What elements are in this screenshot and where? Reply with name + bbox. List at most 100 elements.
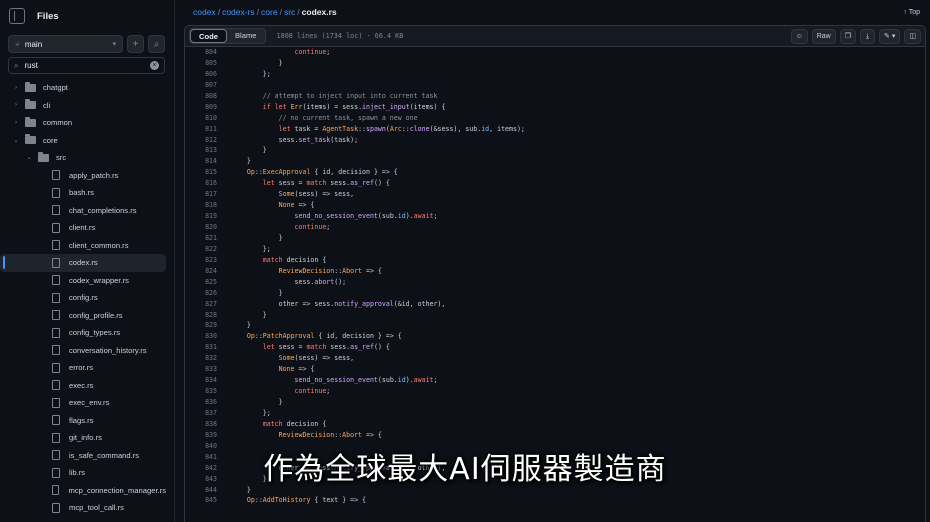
line-number[interactable]: 826 (185, 288, 217, 299)
line-number[interactable]: 808 (185, 91, 217, 102)
line-number[interactable]: 836 (185, 397, 217, 408)
line-number[interactable]: 820 (185, 222, 217, 233)
line-number[interactable]: 833 (185, 364, 217, 375)
tree-file[interactable]: client.rs (0, 219, 166, 237)
line-number[interactable]: 804 (185, 47, 217, 58)
tree-folder[interactable]: ⌄ core (0, 132, 166, 150)
line-number[interactable]: 814 (185, 156, 217, 167)
top-button[interactable]: ↑ Top (903, 9, 920, 16)
line-number[interactable]: 829 (185, 320, 217, 331)
tree-file[interactable]: chat_completions.rs (0, 202, 166, 220)
tree-folder[interactable]: › chatgpt (0, 79, 166, 97)
tree-file[interactable]: flags.rs (0, 412, 166, 430)
tree-file[interactable]: client_common.rs (0, 237, 166, 255)
file-icon (52, 345, 60, 356)
line-number[interactable]: 807 (185, 80, 217, 91)
line-number[interactable]: 821 (185, 233, 217, 244)
code-text: let task = AgentTask::spawn(Arc::clone(&… (278, 124, 525, 133)
tree-item-label: bash.rs (69, 188, 94, 198)
tab-blame[interactable]: Blame (227, 29, 265, 43)
tree-item-label: src (56, 153, 67, 163)
line-number[interactable]: 815 (185, 167, 217, 178)
tree-file[interactable]: config_types.rs (0, 324, 166, 342)
line-number[interactable]: 845 (185, 495, 217, 506)
line-number[interactable]: 806 (185, 69, 217, 80)
line-number[interactable]: 837 (185, 408, 217, 419)
code-line: 837 }; (185, 408, 925, 419)
line-number[interactable]: 827 (185, 299, 217, 310)
line-number[interactable]: 831 (185, 342, 217, 353)
file-icon (52, 310, 60, 321)
file-filter-input[interactable]: ⌕ rust × (8, 57, 165, 74)
tree-file[interactable]: error.rs (0, 359, 166, 377)
symbols-panel-button[interactable]: ◫ (904, 28, 921, 44)
line-number[interactable]: 813 (185, 145, 217, 156)
line-number[interactable]: 817 (185, 189, 217, 200)
edit-button[interactable]: ✎ ▾ (879, 28, 901, 44)
code-text: // attempt to inject input into current … (262, 91, 438, 100)
download-button[interactable]: ⤓ (860, 28, 876, 44)
tree-folder[interactable]: › common (0, 114, 166, 132)
line-number[interactable]: 830 (185, 331, 217, 342)
tree-item-label: client_common.rs (69, 240, 129, 250)
tree-folder[interactable]: › cli (0, 97, 166, 115)
line-number[interactable]: 823 (185, 255, 217, 266)
file-icon (52, 327, 60, 338)
tree-file[interactable]: mcp_tool_call.rs (0, 499, 166, 517)
chevron-down-icon: ⌄ (13, 137, 19, 144)
collapse-panel-icon[interactable] (9, 8, 25, 24)
line-number[interactable]: 810 (185, 113, 217, 124)
tree-folder[interactable]: ⌄ src (0, 149, 166, 167)
branch-selector[interactable]: ⑂ main ▾ (8, 35, 123, 53)
line-number[interactable]: 816 (185, 178, 217, 189)
tree-file[interactable]: exec.rs (0, 377, 166, 395)
code-line: 805 } (185, 58, 925, 69)
breadcrumb-link[interactable]: core (261, 7, 278, 17)
tree-file[interactable]: bash.rs (0, 184, 166, 202)
line-number[interactable]: 818 (185, 200, 217, 211)
tree-file[interactable]: exec_env.rs (0, 394, 166, 412)
code-line: 814 } (185, 156, 925, 167)
tree-file[interactable]: config.rs (0, 289, 166, 307)
add-file-button[interactable]: + (127, 35, 144, 53)
tree-file[interactable]: apply_patch.rs (0, 167, 166, 185)
folder-icon (25, 116, 36, 127)
line-number[interactable]: 834 (185, 375, 217, 386)
line-number[interactable]: 811 (185, 124, 217, 135)
chevron-right-icon: › (15, 84, 17, 91)
breadcrumb-link[interactable]: codex (193, 7, 216, 17)
line-number[interactable]: 805 (185, 58, 217, 69)
breadcrumb-link[interactable]: src (284, 7, 295, 17)
tree-item-label: core (43, 135, 58, 145)
tree-file[interactable]: conversation_history.rs (0, 342, 166, 360)
line-number[interactable]: 825 (185, 277, 217, 288)
file-icon (52, 240, 60, 251)
line-number[interactable]: 832 (185, 353, 217, 364)
code-text: other => sess.notify_approval(&id, other… (231, 299, 446, 308)
search-files-button[interactable]: ⌕ (148, 35, 165, 53)
line-number[interactable]: 824 (185, 266, 217, 277)
tab-code[interactable]: Code (190, 29, 227, 43)
tree-item-label: chat_completions.rs (69, 205, 137, 215)
line-number[interactable]: 819 (185, 211, 217, 222)
code-text: } (231, 233, 283, 242)
line-number[interactable]: 828 (185, 310, 217, 321)
code-line: 833 None => { (185, 364, 925, 375)
line-number[interactable]: 835 (185, 386, 217, 397)
line-number[interactable]: 839 (185, 430, 217, 441)
tree-file[interactable]: config_profile.rs (0, 307, 166, 325)
breadcrumb-separator: / (297, 7, 300, 17)
tree-item-label: flags.rs (69, 415, 94, 425)
line-number[interactable]: 809 (185, 102, 217, 113)
line-number[interactable]: 812 (185, 135, 217, 146)
line-number[interactable]: 838 (185, 419, 217, 430)
file-icon (52, 380, 60, 391)
copilot-button[interactable]: ☺ (790, 28, 808, 44)
line-number[interactable]: 822 (185, 244, 217, 255)
copy-button[interactable]: ❐ (839, 28, 857, 44)
tree-file[interactable]: codex.rs (0, 254, 166, 272)
raw-button[interactable]: Raw (811, 28, 836, 44)
tree-file[interactable]: codex_wrapper.rs (0, 272, 166, 290)
breadcrumb-link[interactable]: codex-rs (222, 7, 255, 17)
clear-icon[interactable]: × (150, 61, 159, 70)
